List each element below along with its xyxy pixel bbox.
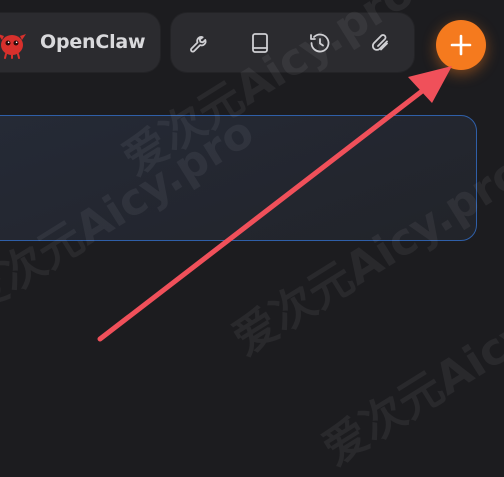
paperclip-button[interactable] [366, 28, 396, 58]
openclaw-logo-icon [0, 34, 26, 59]
wrench-button[interactable] [185, 28, 215, 58]
add-button[interactable] [436, 20, 486, 70]
history-icon [310, 33, 330, 53]
book-button[interactable] [245, 28, 275, 58]
app-name: OpenClaw [40, 31, 146, 53]
plus-icon [450, 34, 472, 56]
paperclip-icon [371, 34, 388, 51]
history-button[interactable] [305, 28, 335, 58]
book-icon [252, 33, 268, 53]
watermark: 爱次元Aicy.pro [314, 256, 504, 476]
message-input[interactable] [0, 115, 477, 241]
wrench-icon [190, 36, 207, 53]
